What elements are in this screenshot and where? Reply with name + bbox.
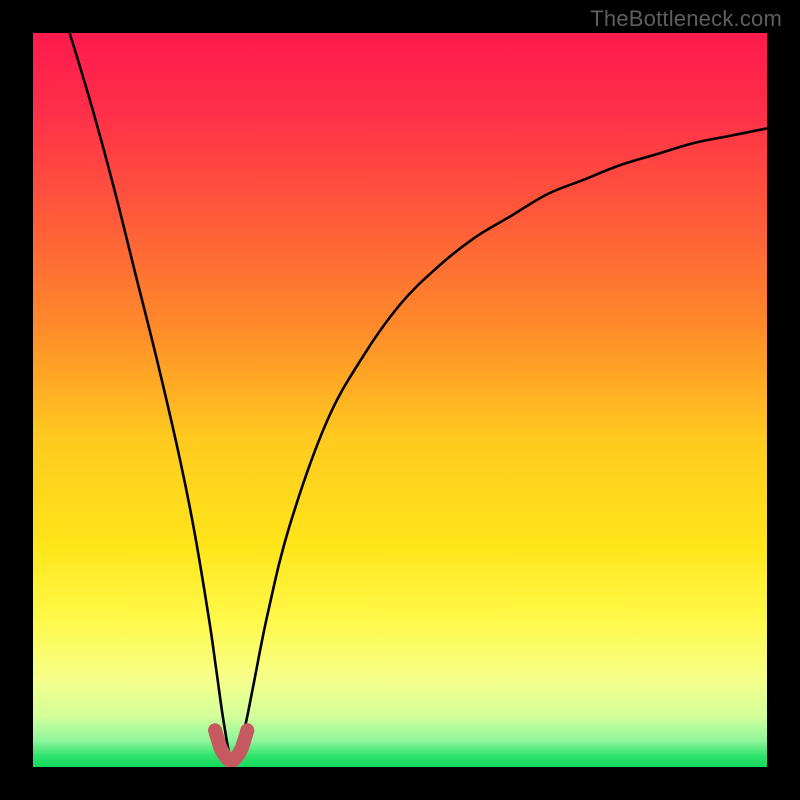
plot-area <box>33 33 767 767</box>
chart-frame: TheBottleneck.com <box>0 0 800 800</box>
curve-layer <box>33 33 767 767</box>
watermark-text: TheBottleneck.com <box>590 6 782 32</box>
bottleneck-curve <box>70 33 767 762</box>
min-region-marker <box>215 730 247 761</box>
